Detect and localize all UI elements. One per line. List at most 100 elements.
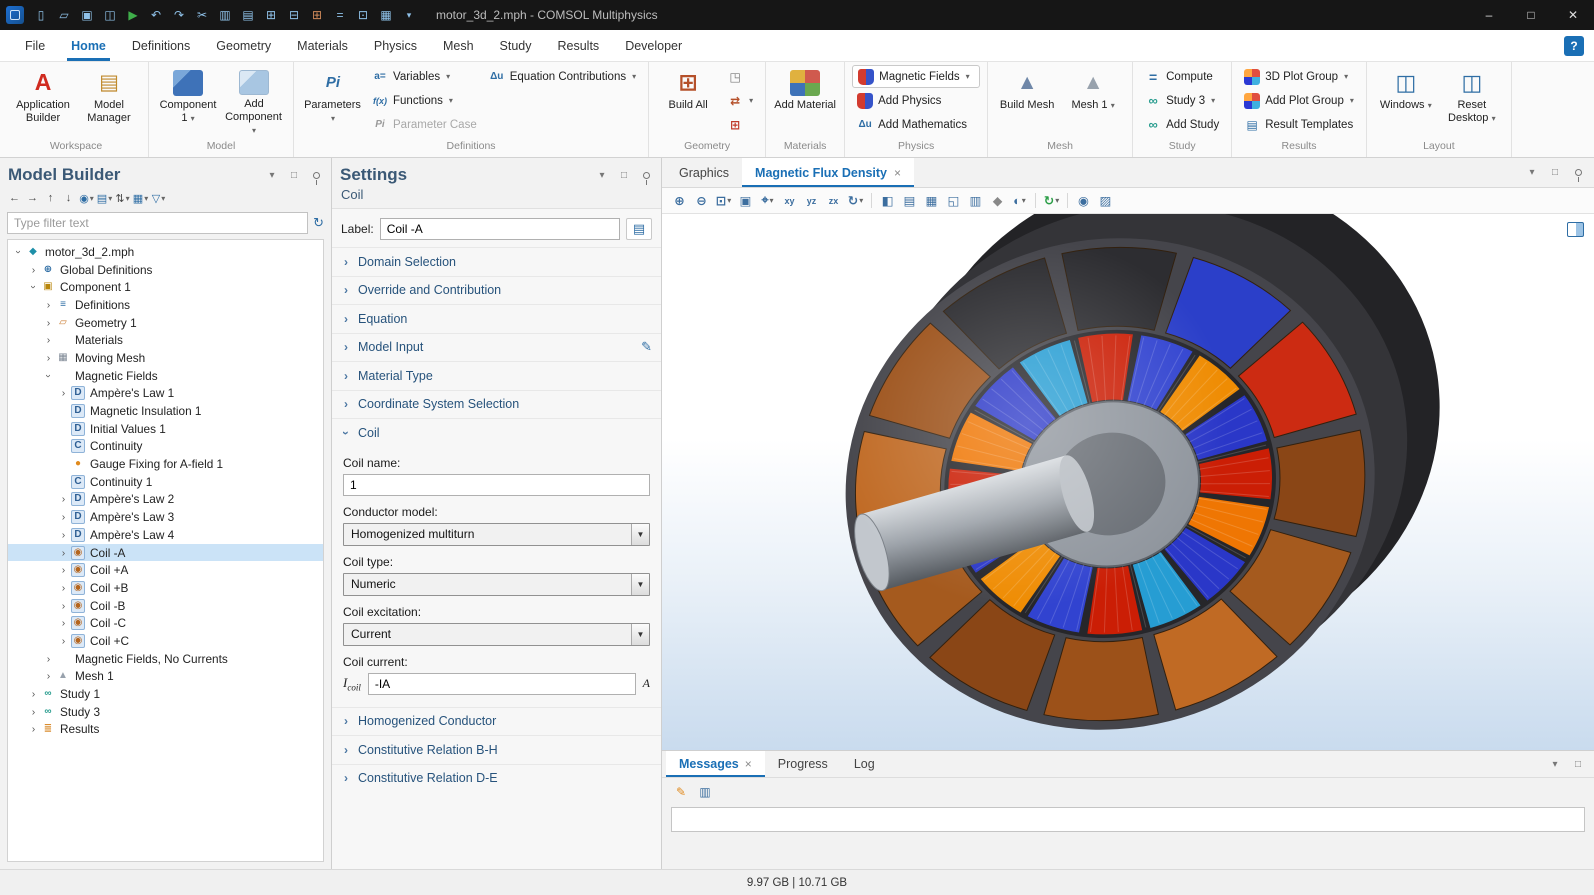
minimize-button[interactable]: –: [1468, 0, 1510, 30]
close-tab-icon[interactable]: ×: [894, 166, 901, 180]
menu-tab-materials[interactable]: Materials: [284, 30, 361, 61]
node-label-input[interactable]: [380, 218, 620, 240]
tree-expander-icon[interactable]: ›: [57, 564, 70, 576]
coil-excitation-select[interactable]: Current▼: [343, 623, 650, 646]
tree-node-global-definitions[interactable]: ›⊕Global Definitions: [8, 261, 323, 279]
tree-node-magnetic-insulation-1[interactable]: DMagnetic Insulation 1: [8, 402, 323, 420]
tree-node-results[interactable]: ›≣Results: [8, 721, 323, 739]
tree-expander-icon[interactable]: ›: [27, 264, 40, 276]
tree-expander-icon[interactable]: ›: [27, 723, 40, 735]
ribbon-button-add-material[interactable]: Add Material: [773, 65, 837, 137]
ribbon-button-component-1[interactable]: Component 1 ▾: [156, 65, 220, 137]
scene-rotation-button[interactable]: ↻▾: [845, 190, 866, 211]
delete-button[interactable]: ⊟: [283, 4, 305, 26]
columns-button[interactable]: ▦▾: [132, 189, 149, 207]
view-yz-button[interactable]: yz: [801, 190, 822, 211]
plot-grid-button[interactable]: ▦: [921, 190, 942, 211]
messages-tab-log[interactable]: Log: [841, 751, 888, 777]
tree-expander-icon[interactable]: ›: [27, 706, 40, 718]
tree-node-amp-re-s-law-2[interactable]: ›DAmpère's Law 2: [8, 491, 323, 509]
tree-expander-icon[interactable]: ›: [28, 281, 40, 294]
menu-tab-developer[interactable]: Developer: [612, 30, 695, 61]
ribbon-button-functions[interactable]: f(x)Functions▾: [367, 89, 482, 112]
graphics-canvas[interactable]: [662, 214, 1594, 751]
tree-node-coil-a[interactable]: ›◉Coil -A: [8, 544, 323, 562]
zoom-box-button[interactable]: ⊡▾: [713, 190, 734, 211]
pin-panel-icon[interactable]: [1571, 166, 1585, 180]
tree-node-study-3[interactable]: ›∞Study 3: [8, 703, 323, 721]
tree-node-amp-re-s-law-4[interactable]: ›DAmpère's Law 4: [8, 526, 323, 544]
tree-expander-icon[interactable]: ›: [57, 547, 70, 559]
tree-expander-icon[interactable]: ›: [57, 635, 70, 647]
print-button[interactable]: ▨: [1095, 190, 1116, 211]
tree-expander-icon[interactable]: ›: [42, 670, 55, 682]
refresh-tree-icon[interactable]: ↻: [313, 215, 324, 231]
view-zx-button[interactable]: zx: [823, 190, 844, 211]
section-equation[interactable]: ›Equation: [332, 304, 661, 333]
tree-node-geometry-1[interactable]: ›▱Geometry 1: [8, 314, 323, 332]
pin-panel-icon[interactable]: [639, 168, 653, 182]
edit-icon[interactable]: ✎: [641, 339, 652, 355]
cut-button[interactable]: ✂: [191, 4, 213, 26]
menu-tab-definitions[interactable]: Definitions: [119, 30, 203, 61]
tree-expander-icon[interactable]: ›: [43, 369, 55, 382]
ribbon-button-add-component[interactable]: Add Component ▾: [222, 65, 286, 137]
ribbon-button-windows[interactable]: ◫Windows ▾: [1374, 65, 1438, 137]
section-coordinate-system-selection[interactable]: ›Coordinate System Selection: [332, 390, 661, 419]
move-down-button[interactable]: ↓: [60, 189, 77, 207]
copy-messages-button[interactable]: ▥: [695, 782, 715, 802]
tree-node-coil-c[interactable]: ›◉Coil +C: [8, 632, 323, 650]
tree-node-gauge-fixing-for-a-field-1[interactable]: ●Gauge Fixing for A-field 1: [8, 455, 323, 473]
float-panel-icon[interactable]: □: [617, 168, 631, 182]
tree-expander-icon[interactable]: ›: [42, 352, 55, 364]
customize-button[interactable]: ▾: [398, 4, 420, 26]
collapse-panel-icon[interactable]: ▾: [595, 168, 609, 182]
tree-expander-icon[interactable]: ›: [42, 653, 55, 665]
lock-button[interactable]: ◆: [987, 190, 1008, 211]
tree-node-materials[interactable]: ›Materials: [8, 331, 323, 349]
tree-node-amp-re-s-law-1[interactable]: ›DAmpère's Law 1: [8, 385, 323, 403]
collapse-panel-icon[interactable]: ▾: [1525, 166, 1539, 180]
close-tab-icon[interactable]: ×: [745, 757, 752, 771]
tree-node-continuity[interactable]: CContinuity: [8, 438, 323, 456]
ribbon-button-magnetic-fields[interactable]: Magnetic Fields▾: [852, 65, 980, 88]
redo-button[interactable]: ↷: [168, 4, 190, 26]
tree-filter-input[interactable]: [7, 212, 308, 234]
section-coil[interactable]: ›Coil: [332, 418, 661, 447]
duplicate-button[interactable]: ⊞: [260, 4, 282, 26]
tree-node-coil-b[interactable]: ›◉Coil -B: [8, 597, 323, 615]
plot-window-button[interactable]: ◱: [943, 190, 964, 211]
filter-button[interactable]: ▽▾: [150, 189, 167, 207]
tree-node-magnetic-fields-no-currents[interactable]: ›Magnetic Fields, No Currents: [8, 650, 323, 668]
tree-node-moving-mesh[interactable]: ›▦Moving Mesh: [8, 349, 323, 367]
image-grid-button[interactable]: ▤: [899, 190, 920, 211]
ribbon-button-study-3[interactable]: ∞Study 3▾: [1140, 89, 1224, 112]
forward-button[interactable]: →: [24, 189, 41, 207]
tree-node-initial-values-1[interactable]: DInitial Values 1: [8, 420, 323, 438]
ribbon-button-add-physics[interactable]: Add Physics: [852, 89, 980, 112]
menu-tab-physics[interactable]: Physics: [361, 30, 430, 61]
help-button[interactable]: ?: [1564, 36, 1584, 56]
go-to-view-button[interactable]: ⌖▾: [757, 190, 778, 211]
transparency-button[interactable]: ◧: [877, 190, 898, 211]
clear-messages-button[interactable]: ✎: [671, 782, 691, 802]
tree-node-motor-3d-2-mph[interactable]: ›◆motor_3d_2.mph: [8, 243, 323, 261]
ribbon-button-geometry-update[interactable]: ⇄▾: [722, 89, 758, 112]
back-button[interactable]: ←: [6, 189, 23, 207]
tree-expander-icon[interactable]: ›: [57, 511, 70, 523]
open-file-button[interactable]: ▱: [53, 4, 75, 26]
ribbon-button-application-builder[interactable]: AApplication Builder: [11, 65, 75, 137]
ribbon-button-parameter-case[interactable]: PiParameter Case: [367, 113, 482, 136]
tree-node-magnetic-fields[interactable]: ›Magnetic Fields: [8, 367, 323, 385]
tree-node-definitions[interactable]: ›≡Definitions: [8, 296, 323, 314]
tree-expander-icon[interactable]: ›: [42, 299, 55, 311]
float-panel-icon[interactable]: □: [1571, 757, 1585, 771]
tree-expander-icon[interactable]: ›: [57, 529, 70, 541]
tree-node-amp-re-s-law-3[interactable]: ›DAmpère's Law 3: [8, 508, 323, 526]
move-up-button[interactable]: ↑: [42, 189, 59, 207]
ribbon-button-result-templates[interactable]: ▤Result Templates: [1239, 113, 1359, 136]
menu-tab-mesh[interactable]: Mesh: [430, 30, 487, 61]
undo-button[interactable]: ↶: [145, 4, 167, 26]
float-panel-icon[interactable]: □: [1548, 166, 1562, 180]
update-button[interactable]: ↻▾: [1041, 190, 1062, 211]
